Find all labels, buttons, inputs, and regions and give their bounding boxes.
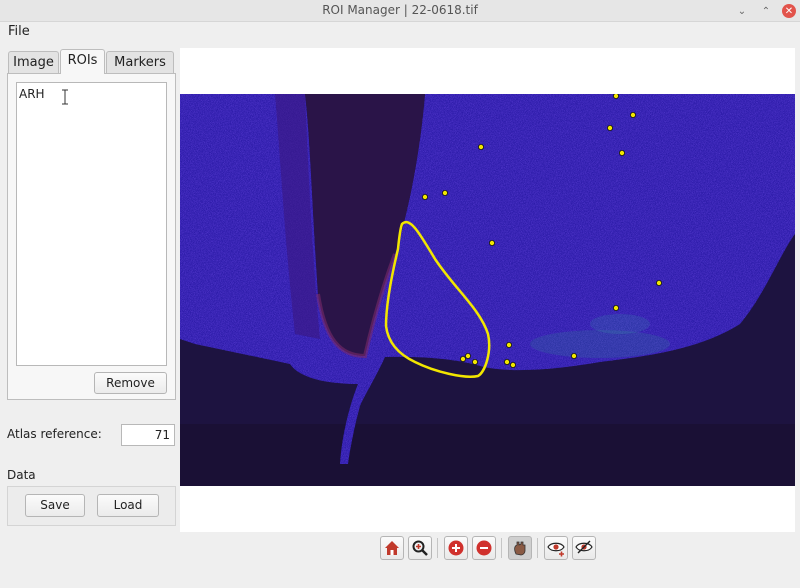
image-canvas[interactable] [180, 48, 795, 532]
marker[interactable] [459, 355, 466, 362]
marker[interactable] [477, 144, 484, 151]
maximize-icon[interactable]: ⌃ [759, 4, 773, 18]
zoom-in-button[interactable] [444, 536, 468, 560]
marker[interactable] [612, 304, 619, 311]
pan-button[interactable] [508, 536, 532, 560]
marker[interactable] [471, 358, 478, 365]
marker[interactable] [618, 150, 625, 157]
marker[interactable] [629, 111, 636, 118]
zoom-out-button[interactable] [472, 536, 496, 560]
close-icon[interactable]: ✕ [782, 4, 796, 18]
home-icon [385, 541, 399, 555]
show-markers-icon [547, 542, 565, 557]
title-bar: ROI Manager | 22-0618.tif ⌄ ⌃ ✕ [0, 0, 800, 22]
zoom-in-icon [448, 540, 464, 556]
marker[interactable] [509, 361, 516, 368]
marker[interactable] [421, 194, 428, 201]
load-button[interactable]: Load [97, 494, 159, 517]
tab-markers[interactable]: Markers [106, 51, 174, 73]
zoom-out-icon [476, 540, 492, 556]
marker[interactable] [441, 190, 448, 197]
zoom-to-rect-button[interactable] [408, 536, 432, 560]
window-title: ROI Manager | 22-0618.tif [322, 3, 478, 17]
zoom-to-rect-icon [412, 540, 428, 556]
rois-tab-pane: ARH Remove [7, 73, 176, 400]
data-group-label: Data [7, 468, 36, 482]
atlas-reference-input[interactable]: 71 [121, 424, 175, 446]
atlas-reference-label: Atlas reference: [7, 427, 102, 441]
roi-list-item[interactable]: ARH [19, 85, 45, 103]
roi-list[interactable]: ARH [16, 82, 167, 366]
minimize-icon[interactable]: ⌄ [735, 4, 749, 18]
microscopy-image[interactable] [180, 94, 795, 486]
menu-bar: File [0, 22, 800, 42]
hide-markers-icon [575, 540, 593, 554]
marker[interactable] [570, 352, 577, 359]
tab-image[interactable]: Image [8, 51, 59, 73]
hide-markers-button[interactable] [572, 536, 596, 560]
tab-rois[interactable]: ROIs [60, 49, 105, 74]
marker[interactable] [488, 239, 495, 246]
pan-icon [514, 541, 526, 556]
marker[interactable] [464, 352, 471, 359]
marker[interactable] [606, 124, 613, 131]
marker[interactable] [613, 94, 619, 99]
text-cursor-icon [62, 89, 68, 105]
marker[interactable] [505, 341, 512, 348]
marker[interactable] [655, 279, 662, 286]
marker[interactable] [503, 358, 510, 365]
menu-file[interactable]: File [8, 24, 30, 39]
show-markers-button[interactable] [544, 536, 568, 560]
remove-button[interactable]: Remove [94, 372, 167, 394]
data-group: Save Load [7, 486, 176, 526]
home-button[interactable] [380, 536, 404, 560]
save-button[interactable]: Save [25, 494, 85, 517]
